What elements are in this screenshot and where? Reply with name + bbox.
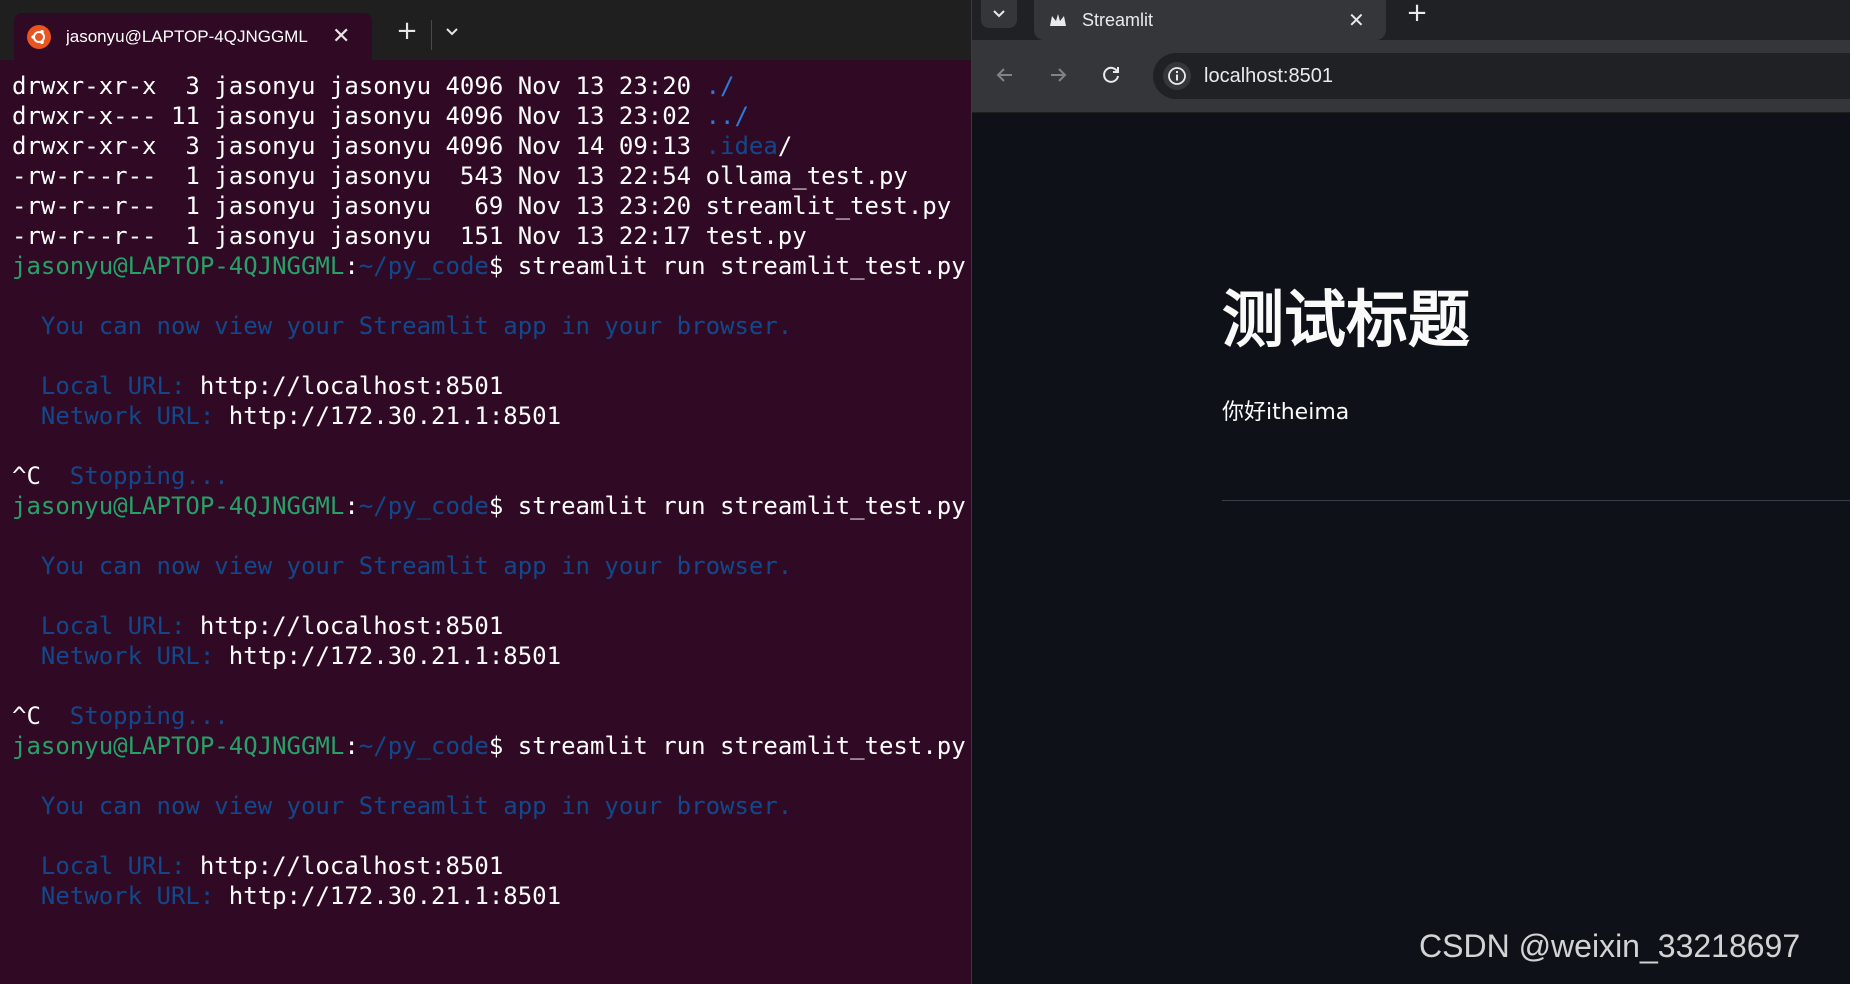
page-text: 你好itheima	[1222, 400, 1350, 425]
terminal-text: -rw-r--r-- 1 jasonyu jasonyu 69 Nov 13 2…	[12, 192, 952, 220]
terminal-line: drwxr-xr-x 3 jasonyu jasonyu 4096 Nov 14…	[12, 131, 971, 161]
terminal-line: Network URL: http://172.30.21.1:8501	[12, 401, 971, 431]
terminal-text: $ streamlit run streamlit_test.py	[488, 252, 966, 280]
reload-icon[interactable]	[1096, 60, 1126, 90]
forward-arrow-icon[interactable]	[1043, 60, 1073, 90]
terminal-tab-title: jasonyu@LAPTOP-4QJNGGML	[66, 26, 308, 46]
terminal-text: ^C	[12, 462, 70, 490]
terminal-text: .idea	[705, 132, 778, 160]
terminal-text: jasonyu@LAPTOP-4QJNGGML	[12, 492, 345, 520]
tab-search-chevron-icon[interactable]	[981, 0, 1017, 28]
terminal-line: You can now view your Streamlit app in y…	[12, 551, 971, 581]
terminal-text: ../	[705, 102, 749, 130]
browser-tab-streamlit[interactable]: Streamlit ✕	[1034, 0, 1386, 40]
terminal-text: -rw-r--r-- 1 jasonyu jasonyu 151 Nov 13 …	[12, 222, 807, 250]
terminal-text: ~/py_code	[358, 492, 489, 520]
terminal-text: http://172.30.21.1:8501	[228, 642, 562, 670]
terminal-text: ~/py_code	[358, 732, 489, 760]
csdn-watermark: CSDN @weixin_33218697	[1419, 928, 1801, 964]
terminal-text: jasonyu@LAPTOP-4QJNGGML	[12, 732, 345, 760]
terminal-text: jasonyu@LAPTOP-4QJNGGML	[12, 252, 345, 280]
terminal-text: Stopping...	[69, 462, 229, 490]
terminal-text: http://localhost:8501	[199, 612, 504, 640]
terminal-line: jasonyu@LAPTOP-4QJNGGML:~/py_code$ strea…	[12, 491, 971, 521]
terminal-text: drwxr-xr-x 3 jasonyu jasonyu 4096 Nov 14…	[12, 132, 706, 160]
terminal-text: Network URL:	[12, 402, 229, 430]
browser-window: Streamlit ✕ + localhost:8501 测试标题 你好ithe…	[971, 0, 1850, 984]
page-title: 测试标题	[1222, 283, 1471, 356]
terminal-line: drwxr-xr-x 3 jasonyu jasonyu 4096 Nov 13…	[12, 71, 971, 101]
terminal-text: $ streamlit run streamlit_test.py	[488, 492, 966, 520]
terminal-tab[interactable]: jasonyu@LAPTOP-4QJNGGML ✕	[14, 13, 372, 60]
terminal-line: Network URL: http://172.30.21.1:8501	[12, 881, 971, 911]
streamlit-app-content: 测试标题 你好itheima CSDN @weixin_33218697	[972, 113, 1850, 984]
new-tab-plus-icon[interactable]: +	[1402, 0, 1432, 28]
terminal-line: -rw-r--r-- 1 jasonyu jasonyu 543 Nov 13 …	[12, 161, 971, 191]
terminal-text: Local URL:	[12, 852, 200, 880]
chevron-down-icon[interactable]	[442, 23, 462, 41]
terminal-text: ./	[705, 72, 735, 100]
terminal-line: ^C Stopping...	[12, 701, 971, 731]
terminal-text: :	[344, 732, 359, 760]
terminal-line: -rw-r--r-- 1 jasonyu jasonyu 151 Nov 13 …	[12, 221, 971, 251]
terminal-text: http://localhost:8501	[199, 852, 504, 880]
terminal-text: Local URL:	[12, 372, 200, 400]
terminal-text: :	[344, 492, 359, 520]
terminal-text: ^C	[12, 702, 70, 730]
terminal-text: /	[777, 132, 793, 160]
terminal-line: Network URL: http://172.30.21.1:8501	[12, 641, 971, 671]
site-info-icon[interactable]	[1163, 62, 1191, 90]
close-icon[interactable]: ✕	[332, 25, 350, 48]
terminal-text: You can now view your Streamlit app in y…	[12, 552, 793, 580]
browser-toolbar: localhost:8501	[972, 40, 1850, 113]
terminal-text: http://172.30.21.1:8501	[228, 882, 562, 910]
terminal-text: drwxr-xr-x 3 jasonyu jasonyu 4096 Nov 13…	[12, 72, 706, 100]
streamlit-crown-icon	[1048, 10, 1068, 30]
back-arrow-icon[interactable]	[990, 60, 1020, 90]
terminal-window: jasonyu@LAPTOP-4QJNGGML ✕ + drwxr-xr-x 3…	[0, 0, 971, 984]
terminal-text: http://172.30.21.1:8501	[228, 402, 562, 430]
terminal-text: You can now view your Streamlit app in y…	[12, 792, 793, 820]
content-divider	[1222, 500, 1850, 501]
terminal-line: Local URL: http://localhost:8501	[12, 371, 971, 401]
terminal-text: Local URL:	[12, 612, 200, 640]
address-bar[interactable]: localhost:8501	[1153, 53, 1850, 99]
terminal-text: -rw-r--r-- 1 jasonyu jasonyu 543 Nov 13 …	[12, 162, 908, 190]
terminal-line: drwxr-x--- 11 jasonyu jasonyu 4096 Nov 1…	[12, 101, 971, 131]
terminal-line: jasonyu@LAPTOP-4QJNGGML:~/py_code$ strea…	[12, 731, 971, 761]
terminal-text: drwxr-x--- 11 jasonyu jasonyu 4096 Nov 1…	[12, 102, 706, 130]
close-icon[interactable]: ✕	[1348, 8, 1365, 32]
terminal-line: -rw-r--r-- 1 jasonyu jasonyu 69 Nov 13 2…	[12, 191, 971, 221]
terminal-line: ^C Stopping...	[12, 461, 971, 491]
terminal-titlebar: jasonyu@LAPTOP-4QJNGGML ✕ +	[0, 0, 971, 60]
terminal-text: http://localhost:8501	[199, 372, 504, 400]
terminal-line: jasonyu@LAPTOP-4QJNGGML:~/py_code$ strea…	[12, 251, 971, 281]
terminal-line: You can now view your Streamlit app in y…	[12, 791, 971, 821]
address-url: localhost:8501	[1204, 64, 1333, 87]
browser-tabstrip: Streamlit ✕ +	[972, 0, 1850, 40]
terminal-text: :	[344, 252, 359, 280]
terminal-text: You can now view your Streamlit app in y…	[12, 312, 793, 340]
terminal-text: $ streamlit run streamlit_test.py	[488, 732, 966, 760]
terminal-text: Network URL:	[12, 882, 229, 910]
terminal-line: You can now view your Streamlit app in y…	[12, 311, 971, 341]
titlebar-divider	[431, 20, 432, 50]
terminal-text: Network URL:	[12, 642, 229, 670]
terminal-line: Local URL: http://localhost:8501	[12, 611, 971, 641]
new-tab-plus-icon[interactable]: +	[395, 18, 419, 44]
ubuntu-logo-icon	[27, 24, 51, 49]
terminal-text: ~/py_code	[358, 252, 489, 280]
terminal-output[interactable]: drwxr-xr-x 3 jasonyu jasonyu 4096 Nov 13…	[12, 71, 971, 911]
browser-tab-title: Streamlit	[1082, 9, 1154, 30]
terminal-line: Local URL: http://localhost:8501	[12, 851, 971, 881]
terminal-text: Stopping...	[69, 702, 229, 730]
